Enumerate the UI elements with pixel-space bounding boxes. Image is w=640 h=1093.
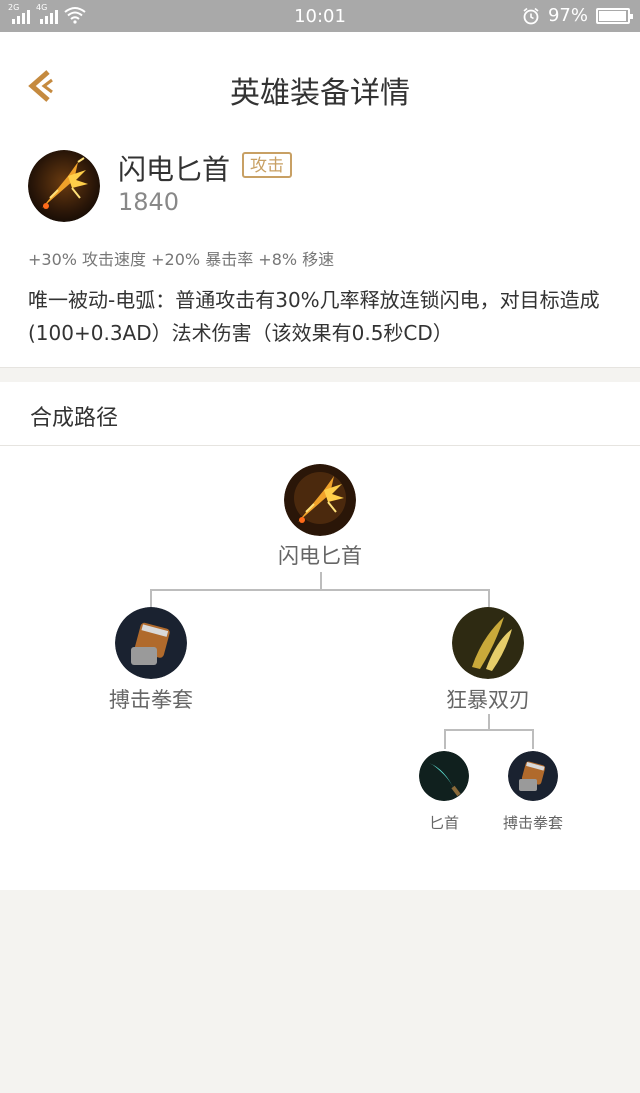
battery-fill	[599, 10, 626, 21]
lightning-dagger-icon	[284, 464, 356, 536]
recipe-grandchild-node-dagger[interactable]	[419, 751, 469, 801]
item-stats: +30% 攻击速度 +20% 暴击率 +8% 移速	[28, 250, 335, 269]
recipe-root-node[interactable]	[284, 464, 356, 536]
connector-line	[488, 589, 490, 607]
recipe-title: 合成路径	[30, 406, 119, 431]
connector-line	[150, 589, 490, 591]
recipe-grandchild-label: 匕首	[428, 814, 459, 832]
recipe-child-label: 狂暴双刃	[446, 688, 530, 712]
gauntlet-icon	[115, 607, 187, 679]
recipe-grandchild-label: 搏击拳套	[502, 814, 563, 832]
lightning-dagger-icon	[28, 150, 100, 222]
recipe-card: 合成路径 闪电匕首 搏击拳套 狂暴双刃 匕首 搏击拳套	[0, 382, 640, 890]
status-bar: 2G 4G 10:01 97%	[0, 0, 640, 32]
connector-line	[320, 572, 322, 590]
connector-line	[444, 729, 534, 731]
battery-percent: 97%	[547, 5, 588, 26]
recipe-child-node-berserk-blades[interactable]	[452, 607, 524, 679]
gauntlet-icon	[508, 751, 558, 801]
connector-line	[488, 714, 490, 730]
recipe-child-node-gauntlet[interactable]	[115, 607, 187, 679]
recipe-child-label: 搏击拳套	[109, 688, 193, 712]
twin-blades-icon	[452, 607, 524, 679]
recipe-root-label: 闪电匕首	[278, 544, 362, 568]
header: 英雄装备详情	[0, 32, 640, 122]
connector-line	[150, 589, 152, 607]
connector-line	[532, 729, 534, 749]
recipe-grandchild-node-gauntlet[interactable]	[508, 751, 558, 801]
item-detail-card: 闪电匕首 攻击 1840 +30% 攻击速度 +20% 暴击率 +8% 移速 唯…	[0, 122, 640, 368]
page-title: 英雄装备详情	[230, 76, 410, 111]
item-name: 闪电匕首	[118, 153, 231, 186]
status-right: 97%	[522, 5, 633, 26]
item-description: 唯一被动-电弧：普通攻击有30%几率释放连锁闪电，对目标造成(100+0.3AD…	[28, 288, 600, 345]
dagger-icon	[419, 751, 469, 801]
connector-line	[444, 729, 446, 749]
item-price: 1840	[118, 188, 180, 216]
recipe-header: 合成路径	[0, 382, 640, 446]
alarm-icon	[523, 7, 539, 24]
item-type-badge: 攻击	[242, 152, 292, 178]
battery-icon	[596, 7, 633, 24]
